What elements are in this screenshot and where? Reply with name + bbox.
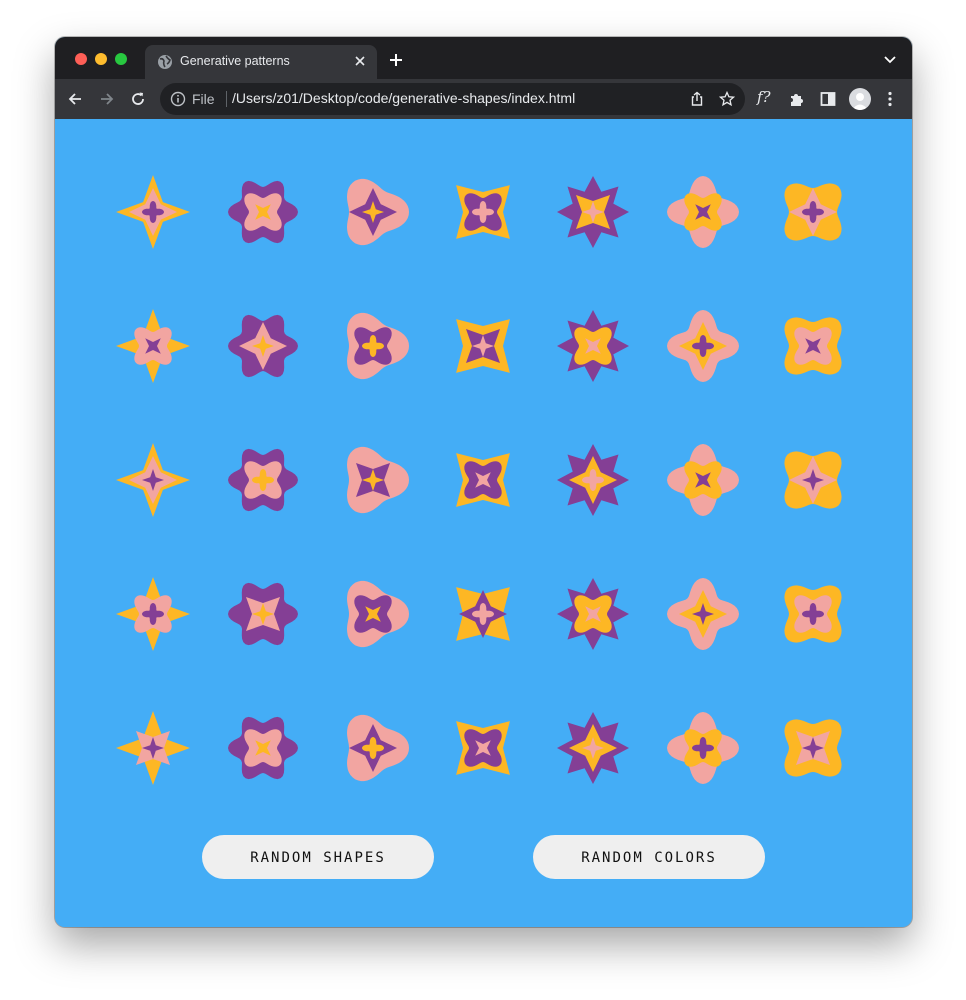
- address-separator: [226, 91, 227, 107]
- close-tab-icon[interactable]: [353, 54, 367, 68]
- pattern-shape: [667, 444, 739, 516]
- close-window-button[interactable]: [75, 53, 87, 65]
- pattern-shape: [456, 185, 510, 239]
- pattern-shape: [347, 580, 409, 648]
- side-panel-icon[interactable]: [819, 90, 837, 108]
- pattern-shape: [228, 314, 298, 378]
- pattern-shape: [116, 175, 190, 249]
- pattern-shape: [456, 319, 510, 373]
- extension-f-icon[interactable]: f?: [757, 88, 771, 106]
- tab-bar: Generative patterns: [55, 37, 912, 79]
- kebab-menu-icon[interactable]: [881, 90, 899, 108]
- pattern-shape: [347, 714, 409, 782]
- chevron-down-icon[interactable]: [884, 56, 896, 64]
- tab-title: Generative patterns: [180, 54, 290, 68]
- info-icon[interactable]: [170, 91, 186, 107]
- pattern-shape: [784, 183, 842, 241]
- random-shapes-button[interactable]: RANDOM SHAPES: [202, 835, 434, 879]
- maximize-window-button[interactable]: [115, 53, 127, 65]
- pattern-shape: [667, 712, 739, 784]
- address-scheme-label: File: [192, 91, 215, 107]
- pattern-shape: [116, 711, 190, 785]
- pattern-shape: [347, 446, 409, 514]
- forward-arrow-icon[interactable]: [99, 91, 115, 107]
- person-icon: [852, 93, 868, 110]
- tab-generative-patterns[interactable]: Generative patterns: [145, 45, 377, 79]
- reload-icon[interactable]: [130, 91, 146, 107]
- pattern-shape: [557, 578, 629, 650]
- back-arrow-icon[interactable]: [67, 91, 83, 107]
- minimize-window-button[interactable]: [95, 53, 107, 65]
- new-tab-icon[interactable]: [389, 53, 403, 67]
- browser-window: Generative patterns File /Users/z01/Desk…: [55, 37, 912, 927]
- pattern-shape: [667, 310, 739, 382]
- pattern-shape: [456, 453, 510, 507]
- pattern-shape: [557, 310, 629, 382]
- share-icon[interactable]: [689, 91, 705, 107]
- pattern-shape: [228, 716, 298, 780]
- globe-icon: [158, 55, 172, 69]
- pattern-shape: [116, 577, 190, 651]
- pattern-shape: [116, 443, 190, 517]
- pattern-shape: [784, 719, 842, 777]
- url-text[interactable]: /Users/z01/Desktop/code/generative-shape…: [232, 90, 575, 106]
- pattern-grid: [55, 119, 912, 819]
- toolbar: File /Users/z01/Desktop/code/generative-…: [55, 79, 912, 119]
- pattern-shape: [347, 178, 409, 246]
- pattern-shape: [667, 578, 739, 650]
- pattern-shape: [557, 444, 629, 516]
- pattern-shape: [667, 176, 739, 248]
- puzzle-extensions-icon[interactable]: [788, 90, 806, 108]
- pattern-shape: [228, 180, 298, 244]
- pattern-shape: [456, 721, 510, 775]
- pattern-shape: [784, 451, 842, 509]
- pattern-shape: [784, 317, 842, 375]
- pattern-shape: [784, 585, 842, 643]
- bookmark-star-icon[interactable]: [719, 91, 735, 107]
- random-colors-button[interactable]: RANDOM COLORS: [533, 835, 765, 879]
- pattern-shape: [456, 587, 510, 641]
- page-content: RANDOM SHAPES RANDOM COLORS: [55, 119, 912, 927]
- pattern-shape: [557, 712, 629, 784]
- address-bar[interactable]: File /Users/z01/Desktop/code/generative-…: [160, 83, 745, 115]
- pattern-shape: [116, 309, 190, 383]
- pattern-shape: [347, 312, 409, 380]
- pattern-shape: [228, 582, 298, 646]
- pattern-shape: [557, 176, 629, 248]
- profile-avatar[interactable]: [849, 88, 871, 110]
- pattern-shape: [228, 448, 298, 512]
